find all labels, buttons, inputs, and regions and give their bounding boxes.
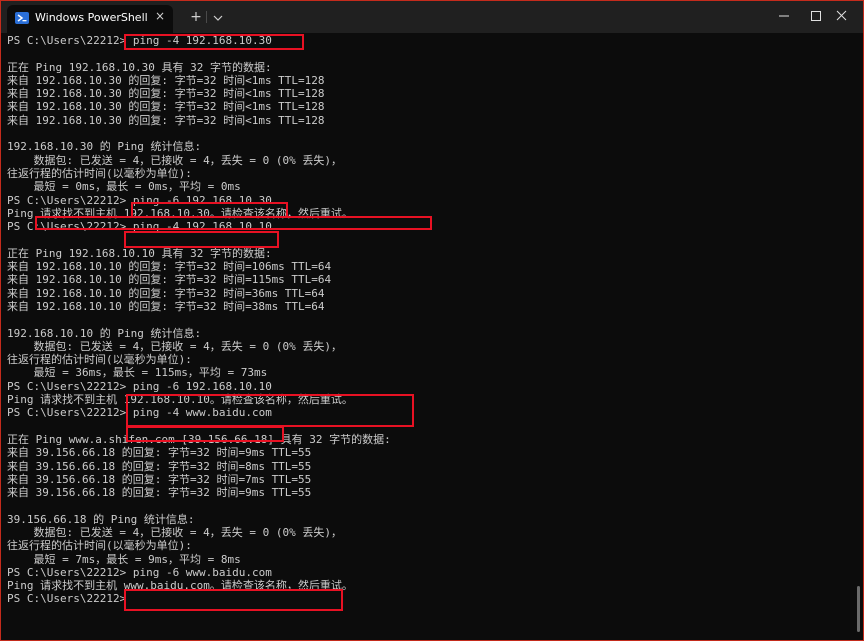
highlight-box [126,394,414,427]
terminal-line: 来自 192.168.10.30 的回复: 字节=32 时间<1ms TTL=1… [7,100,325,114]
terminal-line: 最短 = 0ms，最长 = 0ms，平均 = 0ms [7,180,241,194]
terminal-line: 最短 = 7ms，最长 = 9ms，平均 = 8ms [7,552,241,566]
highlight-box [124,589,343,611]
tab-powershell[interactable]: Windows PowerShell × [7,5,173,33]
terminal-line: 往返行程的估计时间(以毫秒为单位): [7,539,192,553]
tab-title: Windows PowerShell [35,11,148,24]
terminal-line: 往返行程的估计时间(以毫秒为单位): [7,166,192,180]
terminal-line: 来自 39.156.66.18 的回复: 字节=32 时间=9ms TTL=55 [7,446,312,460]
terminal-line: 正在 Ping 192.168.10.10 具有 32 字节的数据: [7,246,272,260]
terminal-line: 39.156.66.18 的 Ping 统计信息: [7,512,195,526]
terminal-line: 来自 192.168.10.30 的回复: 字节=32 时间<1ms TTL=1… [7,87,325,101]
highlight-box [124,34,304,50]
powershell-icon [15,12,29,24]
scrollbar-thumb[interactable] [857,586,860,632]
terminal-line: PS C:\Users\22212> ping -6 www.baidu.com [7,565,272,579]
terminal-line: 来自 192.168.10.10 的回复: 字节=32 时间=106ms TTL… [7,260,332,274]
chevron-down-icon[interactable] [211,10,225,24]
highlight-box [126,426,284,442]
terminal-line: 来自 192.168.10.30 的回复: 字节=32 时间<1ms TTL=1… [7,113,325,127]
terminal-line: 192.168.10.30 的 Ping 统计信息: [7,140,202,154]
terminal-line: 数据包: 已发送 = 4，已接收 = 4，丢失 = 0 (0% 丢失)， [7,525,342,539]
title-bar: Windows PowerShell × + [1,1,863,33]
terminal-line: 来自 192.168.10.10 的回复: 字节=32 时间=38ms TTL=… [7,299,325,313]
terminal-line: 往返行程的估计时间(以毫秒为单位): [7,353,192,367]
highlight-box [124,231,279,248]
terminal-line: 最短 = 36ms，最长 = 115ms，平均 = 73ms [7,366,268,380]
terminal-line: PS C:\Users\22212> ping -6 192.168.10.10 [7,379,272,393]
close-icon [836,10,847,21]
terminal-line: 数据包: 已发送 = 4，已接收 = 4，丢失 = 0 (0% 丢失)， [7,339,342,353]
close-window-button[interactable] [819,1,863,31]
terminal-line: 正在 Ping 192.168.10.30 具有 32 字节的数据: [7,60,272,74]
terminal-line: 192.168.10.10 的 Ping 统计信息: [7,326,202,340]
powershell-window: Windows PowerShell × + PS C:\Users\22212… [0,0,864,641]
titlebar-divider [206,11,207,23]
terminal-line: 数据包: 已发送 = 4，已接收 = 4，丢失 = 0 (0% 丢失)， [7,153,342,167]
terminal-line: 来自 39.156.66.18 的回复: 字节=32 时间=9ms TTL=55 [7,486,312,500]
new-tab-button[interactable]: + [189,10,203,24]
terminal-output[interactable]: PS C:\Users\22212> ping -4 192.168.10.30… [7,34,857,638]
close-tab-icon[interactable]: × [153,9,167,23]
terminal-line: 来自 39.156.66.18 的回复: 字节=32 时间=8ms TTL=55 [7,459,312,473]
highlight-box [35,216,432,230]
terminal-line: 来自 192.168.10.30 的回复: 字节=32 时间<1ms TTL=1… [7,73,325,87]
terminal-line: 来自 39.156.66.18 的回复: 字节=32 时间=7ms TTL=55 [7,472,312,486]
terminal-line: 来自 192.168.10.10 的回复: 字节=32 时间=115ms TTL… [7,273,332,287]
terminal-line: 来自 192.168.10.10 的回复: 字节=32 时间=36ms TTL=… [7,286,325,300]
